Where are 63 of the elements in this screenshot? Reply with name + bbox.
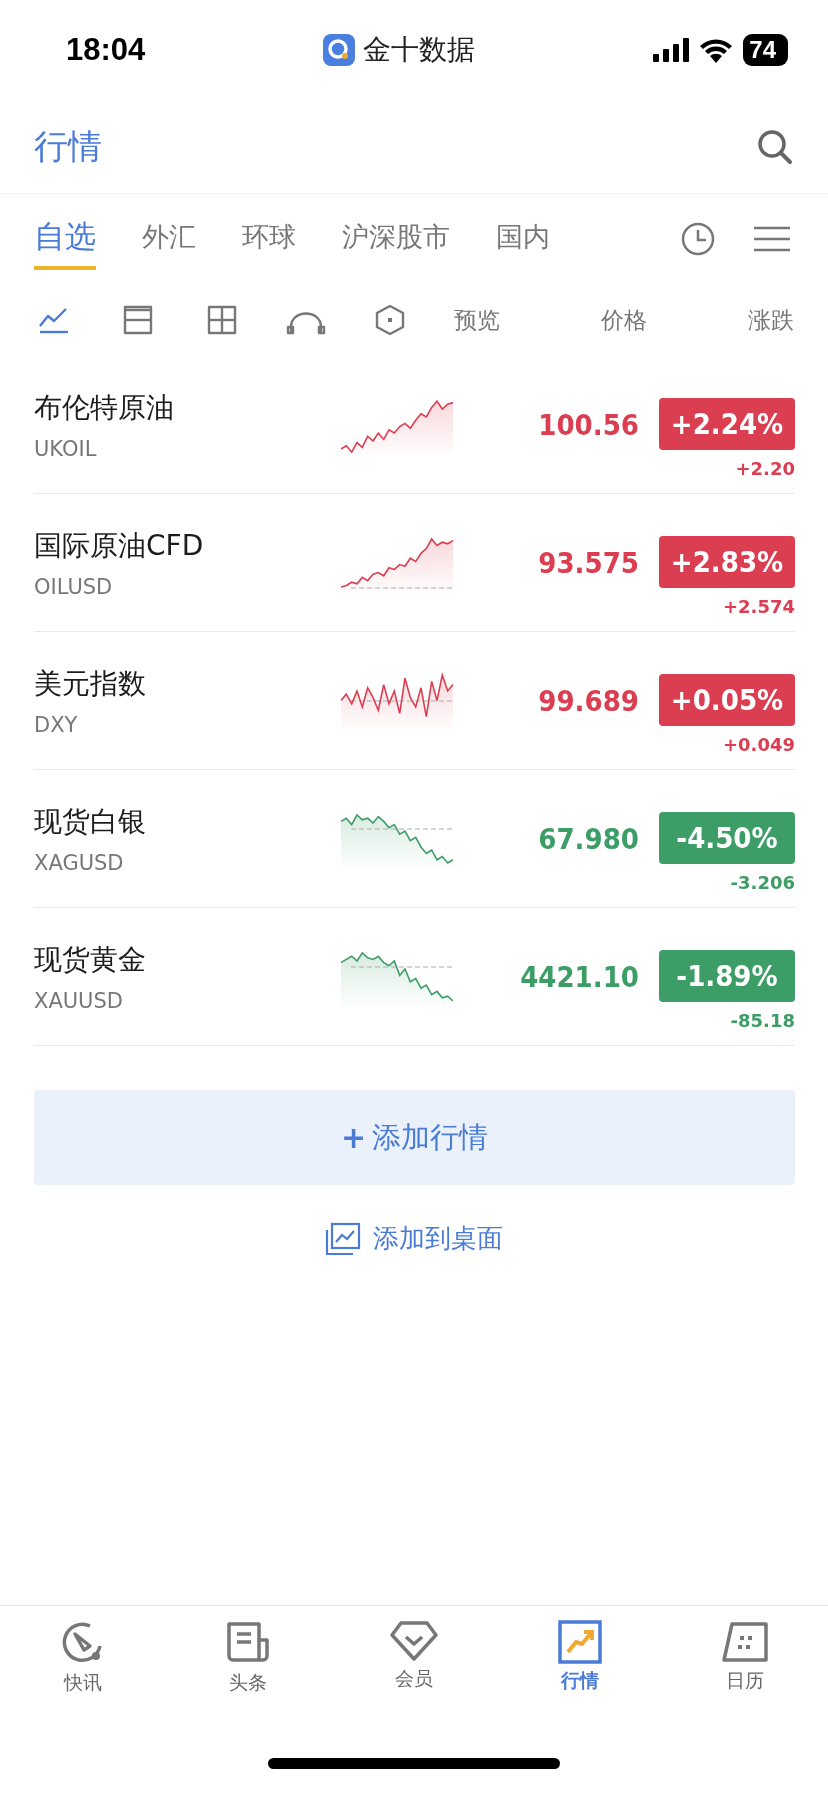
price-value: 4421.10 <box>519 959 639 994</box>
nav-tab[interactable]: 快讯 <box>22 1620 143 1732</box>
column-header: 预览 <box>454 305 500 335</box>
change-percent: +0.05% <box>659 674 795 726</box>
market-tab[interactable]: 环球 <box>242 211 296 267</box>
instrument-name: 国际原油CFD <box>34 527 205 564</box>
change-value: +2.574 <box>722 596 795 617</box>
instrument-symbol: UKOIL <box>34 436 98 461</box>
market-tab[interactable]: 沪深股市 <box>342 211 450 267</box>
instrument-name: 布伦特原油 <box>34 389 175 426</box>
nav-tab[interactable]: 头条 <box>188 1620 309 1732</box>
add-quote-button[interactable]: + 添加行情 <box>34 1090 795 1185</box>
change-value: -85.18 <box>730 1010 795 1031</box>
nav-tab[interactable]: 会员 <box>354 1620 474 1732</box>
line-chart-icon <box>38 306 70 334</box>
change-percent: +2.83% <box>659 536 795 588</box>
instrument-symbol: DXY <box>34 712 79 737</box>
column-header: 价格 <box>601 305 647 335</box>
price-value: 93.575 <box>537 545 639 580</box>
price-value: 67.980 <box>537 821 639 856</box>
instrument-symbol: XAUUSD <box>34 988 124 1013</box>
wifi-icon <box>699 37 734 63</box>
change-percent: -4.50% <box>659 812 795 864</box>
calendar-icon <box>720 1620 771 1664</box>
quote-row[interactable]: 现货黄金 XAUUSD 4421.10 -1.89% -85.18 <box>34 908 795 1046</box>
instrument-name: 美元指数 <box>34 665 147 702</box>
split-panel-icon <box>123 305 153 335</box>
page-title: 行情 <box>34 124 102 168</box>
hexagon-icon <box>374 304 406 336</box>
app-name: 金十数据 <box>363 32 476 68</box>
quote-row[interactable]: 现货白银 XAGUSD 67.980 -4.50% -3.206 <box>34 770 795 908</box>
price-value: 99.689 <box>537 683 639 718</box>
grid-icon <box>207 305 237 335</box>
change-value: +2.20 <box>735 458 795 479</box>
instrument-name: 现货白银 <box>34 803 147 840</box>
instrument-symbol: XAGUSD <box>34 850 125 875</box>
add-to-desktop-link[interactable]: 添加到桌面 <box>325 1221 503 1256</box>
clock-button[interactable] <box>680 221 716 257</box>
instrument-symbol: OILUSD <box>34 574 114 599</box>
menu-button[interactable] <box>754 225 790 253</box>
instrument-name: 现货黄金 <box>34 941 147 978</box>
search-button[interactable] <box>756 127 794 166</box>
market-tab[interactable]: 自选 <box>34 208 96 270</box>
market-tab[interactable]: 外汇 <box>142 211 196 267</box>
change-percent: -1.89% <box>659 950 795 1002</box>
trend-chart-icon <box>557 1620 602 1664</box>
quote-row[interactable]: 国际原油CFD OILUSD 93.575 +2.83% +2.574 <box>34 494 795 632</box>
change-percent: +2.24% <box>659 398 795 450</box>
column-header: 涨跌 <box>748 305 794 335</box>
market-tab[interactable]: 国内 <box>496 211 550 267</box>
chart-frame-icon <box>325 1221 361 1256</box>
nav-tab[interactable]: 日历 <box>685 1620 806 1732</box>
quote-row[interactable]: 美元指数 DXY 99.689 +0.05% +0.049 <box>34 632 795 770</box>
change-value: -3.206 <box>730 872 795 893</box>
quote-row[interactable]: 布伦特原油 UKOIL 100.56 +2.24% +2.20 <box>34 356 795 494</box>
status-time: 18:04 <box>66 32 146 68</box>
change-value: +0.049 <box>722 734 795 755</box>
app-logo-icon <box>323 34 356 66</box>
battery-indicator: 74 <box>743 34 788 66</box>
diamond-icon <box>389 1620 439 1662</box>
nav-tab[interactable]: 行情 <box>519 1620 640 1732</box>
signal-icon <box>653 38 690 62</box>
price-value: 100.56 <box>537 407 639 442</box>
